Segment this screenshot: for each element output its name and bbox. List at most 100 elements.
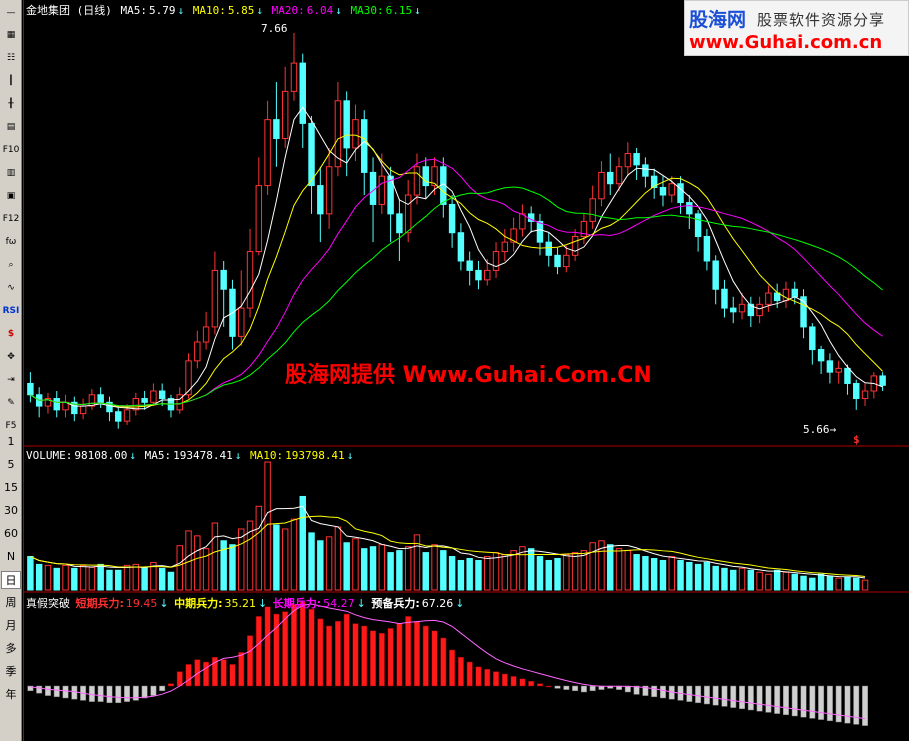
indicator-bar xyxy=(229,664,236,687)
reserve-force-value: 67.26 xyxy=(421,597,454,610)
indicator-bar xyxy=(299,601,306,687)
arrow-down-icon[interactable]: ↓ xyxy=(256,4,263,17)
indicator-bar xyxy=(413,620,420,687)
wave-icon[interactable]: ∿ xyxy=(2,279,20,297)
candle xyxy=(554,254,561,268)
minus-icon[interactable]: — xyxy=(2,4,20,22)
volume-bar xyxy=(756,571,763,591)
table-icon[interactable]: ☷ xyxy=(2,49,20,67)
candle xyxy=(299,62,306,124)
volume-bar xyxy=(299,495,306,591)
candle xyxy=(765,292,772,305)
f12-icon[interactable]: F12 xyxy=(2,210,20,228)
volume-bar xyxy=(115,569,122,591)
volume-bar xyxy=(677,559,684,591)
dollar-icon[interactable]: $ xyxy=(2,325,20,343)
candle xyxy=(730,307,737,313)
pencil-icon[interactable]: ✎ xyxy=(2,394,20,412)
arrow-down-icon[interactable]: ↓ xyxy=(178,4,185,17)
notes-icon[interactable]: ▣ xyxy=(2,187,20,205)
arrow-down-icon[interactable]: ↓ xyxy=(129,449,136,462)
candle xyxy=(861,390,869,400)
volume-bar xyxy=(668,556,675,591)
arrow-down-icon[interactable]: ↓ xyxy=(235,449,242,462)
candle xyxy=(448,203,456,234)
indicator-bar xyxy=(484,668,491,687)
volume-bar xyxy=(194,535,201,591)
indicator-bar xyxy=(290,604,297,687)
indicator-bar xyxy=(730,685,737,708)
export-icon[interactable]: ⇥ xyxy=(2,371,20,389)
candle xyxy=(492,251,500,271)
candle xyxy=(238,307,245,337)
candle-up-icon[interactable]: ╂ xyxy=(2,95,20,113)
period-6[interactable]: N xyxy=(1,548,21,566)
candle xyxy=(826,360,834,373)
arrow-down-icon[interactable]: ↓ xyxy=(455,597,464,610)
search-icon[interactable]: ⌕ xyxy=(2,256,20,274)
vol-ma5-value: 193478.41 xyxy=(173,449,233,462)
volume-bar xyxy=(255,505,263,591)
indicator-bar xyxy=(589,685,596,692)
volume-bar xyxy=(466,557,473,591)
indicator-bar xyxy=(853,685,860,725)
indicator-bar xyxy=(510,676,517,687)
volume-bar xyxy=(238,528,245,591)
volume-bar xyxy=(141,566,148,591)
volume-bar xyxy=(387,552,394,591)
volume-bar xyxy=(633,554,640,591)
ma20-label: MA20: xyxy=(271,4,305,17)
period-5[interactable]: 60 xyxy=(1,525,21,543)
period-4[interactable]: 30 xyxy=(1,502,21,520)
indicator-bar xyxy=(220,659,227,687)
volume-bar xyxy=(721,567,728,591)
arrow-down-icon[interactable]: ↓ xyxy=(335,4,342,17)
rsi-icon[interactable]: RSI xyxy=(2,302,20,320)
period-7[interactable]: 日 xyxy=(1,571,21,589)
fx-icon[interactable]: fω xyxy=(2,233,20,251)
arrow-down-icon[interactable]: ↓ xyxy=(347,449,354,462)
indicator-bar xyxy=(247,635,254,687)
volume-bar xyxy=(308,532,315,591)
period-12[interactable]: 年 xyxy=(1,686,21,704)
indicator-bar xyxy=(141,685,148,699)
stock-title: 金地集团 (日线) xyxy=(26,4,112,17)
volume-bar xyxy=(53,567,60,591)
candle xyxy=(738,303,746,313)
volume-bar xyxy=(35,563,43,591)
volume-bar xyxy=(853,577,860,591)
volume-bar xyxy=(580,550,588,591)
period-10[interactable]: 多 xyxy=(1,640,21,658)
logo-url: www.Guhai.com.cn xyxy=(689,32,883,53)
indicator-bar xyxy=(712,685,719,706)
period-11[interactable]: 季 xyxy=(1,663,21,681)
volume-bar xyxy=(167,571,175,591)
volume-bar xyxy=(440,550,447,591)
chart-area[interactable]: 金地集团 (日线) MA5: 5.79 ↓ MA10: 5.85 ↓ MA20: 6.04… xyxy=(23,0,909,741)
indicator-bar xyxy=(396,623,403,687)
finance-icon[interactable]: ▥ xyxy=(2,164,20,182)
indicator-name[interactable]: 真假突破 xyxy=(26,597,70,610)
period-8[interactable]: 周 xyxy=(1,594,21,612)
arrow-down-icon[interactable]: ↓ xyxy=(414,4,421,17)
arrow-down-icon[interactable]: ↓ xyxy=(159,597,168,610)
candle xyxy=(756,303,763,317)
candle-icon[interactable]: ┃ xyxy=(2,72,20,90)
candle xyxy=(27,382,34,396)
move-icon[interactable]: ✥ xyxy=(2,348,20,366)
f10-icon[interactable]: F10 xyxy=(2,141,20,159)
arrow-down-icon[interactable]: ↓ xyxy=(357,597,366,610)
candle xyxy=(519,213,526,230)
candle xyxy=(352,119,359,149)
period-1[interactable]: 1 xyxy=(1,433,21,451)
vol-ma5-label: MA5: xyxy=(144,449,172,462)
arrow-down-icon[interactable]: ↓ xyxy=(258,597,267,610)
short-force-value: 19.45 xyxy=(125,597,158,610)
period-9[interactable]: 月 xyxy=(1,617,21,635)
chart-list-icon[interactable]: ▤ xyxy=(2,118,20,136)
period-3[interactable]: 15 xyxy=(1,479,21,497)
candle xyxy=(563,254,570,268)
grid-icon[interactable]: ▦ xyxy=(2,26,20,44)
period-2[interactable]: 5 xyxy=(1,456,21,474)
indicator-bar xyxy=(405,616,412,687)
